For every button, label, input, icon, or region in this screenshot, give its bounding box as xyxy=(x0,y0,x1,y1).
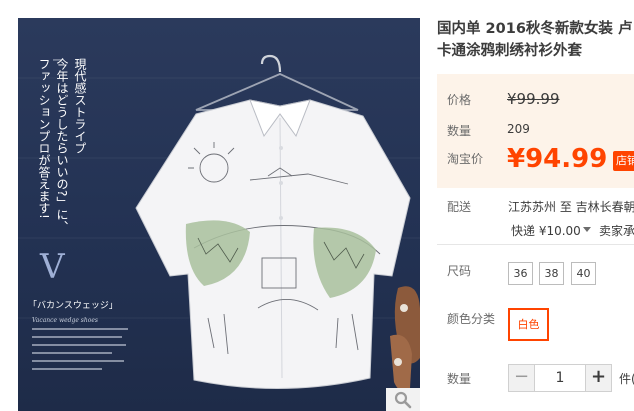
shipping-label: 配送 xyxy=(447,200,472,214)
taobao-price: ¥94.99 xyxy=(507,144,608,174)
sold-quantity-label: 数量 xyxy=(447,124,472,138)
size-option-38[interactable]: 38 xyxy=(539,262,564,285)
shipping-route[interactable]: 江苏苏州 至 吉林长春朝 xyxy=(508,198,634,215)
magazine-headline-2: 今年はどうしたらいいの?」に、 xyxy=(55,57,69,233)
product-main-image[interactable]: ー 現代感ストライプ 今年はどうしたらいいの?」に、 ファッションプロが答えます… xyxy=(18,18,420,411)
quantity-input[interactable]: 1 xyxy=(535,364,585,392)
price-panel: 价格 ¥99.99 数量 209 淘宝价 ¥94.99 店铺 xyxy=(437,74,634,188)
section-divider xyxy=(437,244,634,245)
caret-down-icon[interactable] xyxy=(583,227,591,232)
original-price: ¥99.99 xyxy=(507,90,560,108)
shirt-photo: ー 現代感ストライプ 今年はどうしたらいいの?」に、 ファッションプロが答えます… xyxy=(18,54,420,391)
size-option-40[interactable]: 40 xyxy=(571,262,596,285)
magazine-big-letter: V xyxy=(39,247,66,287)
magnifier-icon xyxy=(394,391,412,409)
purchase-quantity-label: 数量 xyxy=(447,372,472,386)
quantity-decrease-button[interactable]: − xyxy=(508,364,535,392)
shipping-fee: 快递 ¥10.00 xyxy=(511,224,581,238)
size-option-36[interactable]: 36 xyxy=(508,262,533,285)
quantity-unit-note: 件(库 xyxy=(619,372,634,386)
product-title-line-1: 国内单 2016秋冬新款女装 卢 xyxy=(437,21,633,37)
magazine-caption: 「バカンスウェッジ」 xyxy=(28,300,118,311)
color-label: 颜色分类 xyxy=(447,312,496,326)
seller-commitment: 卖家承 xyxy=(599,224,634,238)
shop-promo-badge[interactable]: 店铺 xyxy=(613,151,634,171)
quantity-increase-button[interactable]: + xyxy=(585,364,612,392)
magazine-headline-1: 現代感ストライプ xyxy=(73,58,87,154)
magazine-small: Vacance wedge shoes xyxy=(32,317,98,324)
product-title: 国内单 2016秋冬新款女装 卢 卡通涂鸦刺绣衬衫外套 xyxy=(437,18,634,62)
size-label: 尺码 xyxy=(447,264,472,278)
color-option-white[interactable]: 白色 xyxy=(508,308,549,341)
magazine-headline-3: ファッションプロが答えます! xyxy=(37,58,51,219)
taobao-price-label: 淘宝价 xyxy=(447,152,484,166)
zoom-button[interactable] xyxy=(386,388,420,411)
product-title-line-2: 卡通涂鸦刺绣衬衫外套 xyxy=(437,43,582,59)
sold-quantity: 209 xyxy=(507,122,530,136)
price-label: 价格 xyxy=(447,93,472,107)
